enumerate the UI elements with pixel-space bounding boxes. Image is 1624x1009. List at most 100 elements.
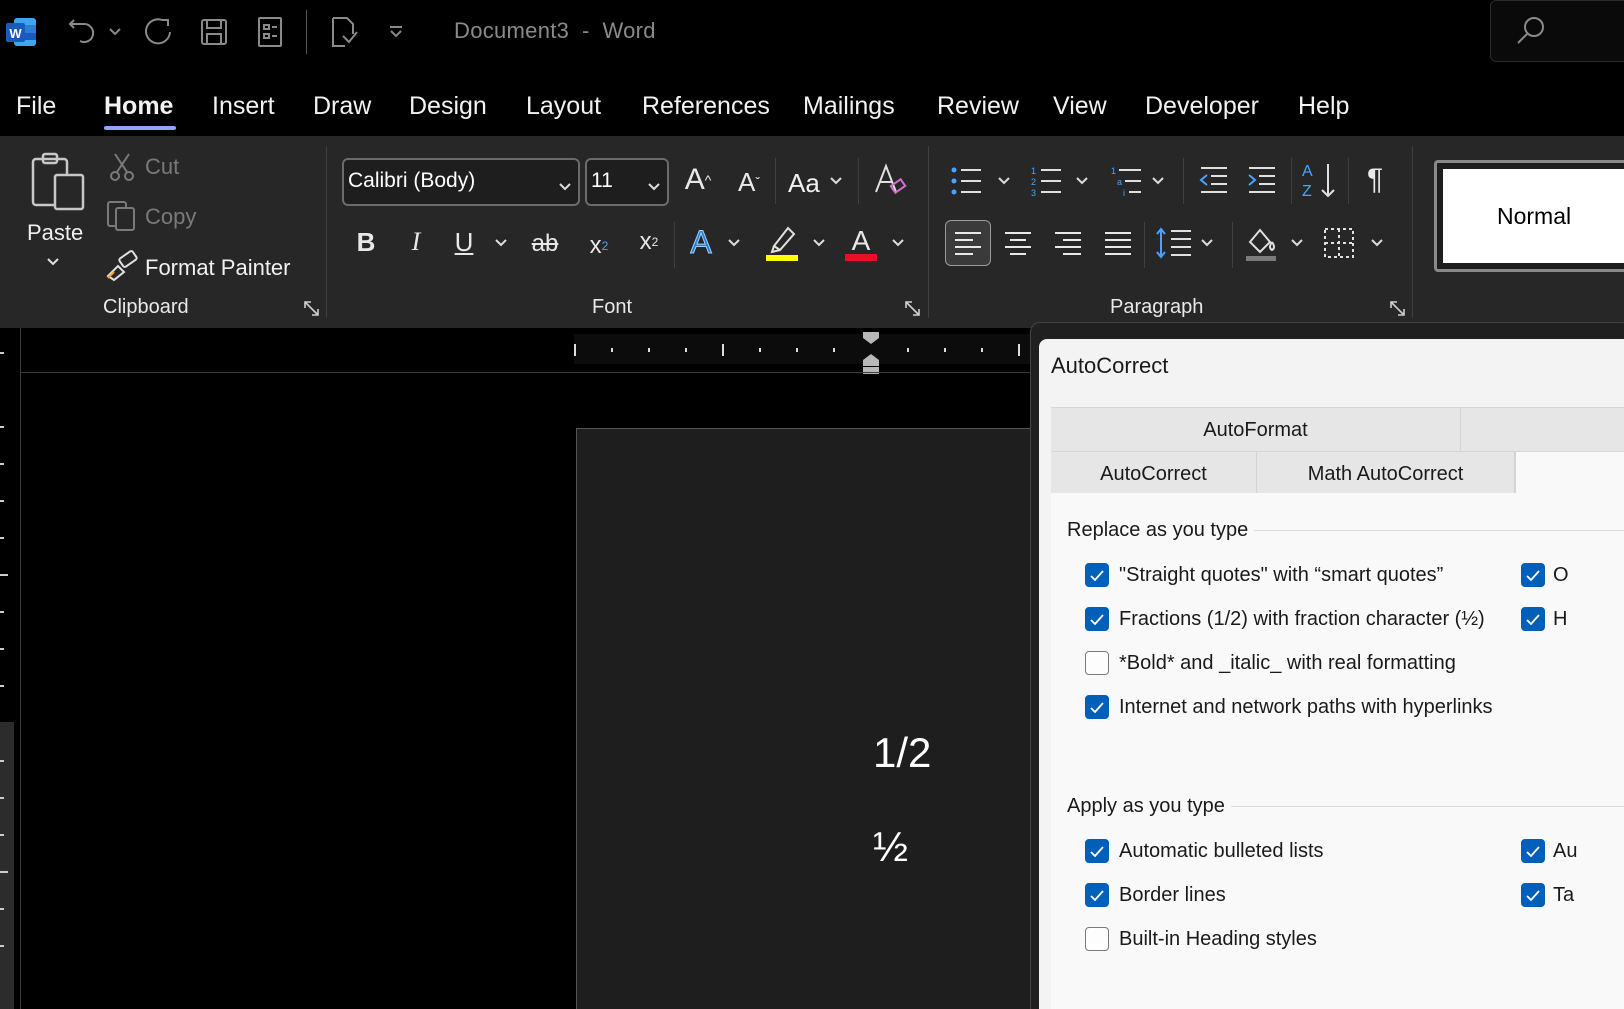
superscript-icon[interactable]: x2 (634, 224, 664, 260)
checkbox-checked-icon[interactable] (1085, 607, 1109, 631)
format-painter-button[interactable]: Format Painter (145, 255, 291, 281)
tab-developer[interactable]: Developer (1145, 92, 1259, 121)
checkbox-checked-icon[interactable] (1085, 883, 1109, 907)
paste-dropdown-icon[interactable] (44, 254, 62, 270)
bold-icon[interactable]: B (352, 226, 380, 258)
multilevel-list-icon[interactable]: 1ai (1108, 164, 1144, 198)
multilevel-list-dropdown-icon[interactable] (1150, 174, 1166, 188)
numbering-dropdown-icon[interactable] (1074, 174, 1090, 188)
highlight-dropdown-icon[interactable] (811, 236, 827, 250)
checkbox-checked-icon[interactable] (1085, 563, 1109, 587)
grow-font-icon[interactable]: A ^ (680, 162, 716, 198)
checkbox-right-2[interactable]: H (1521, 607, 1567, 631)
change-case-dropdown-icon[interactable] (828, 174, 844, 188)
checkbox-checked-icon[interactable] (1085, 695, 1109, 719)
subscript-icon[interactable]: x2 (584, 228, 614, 264)
customize-qat-icon[interactable] (380, 14, 412, 50)
italic-icon[interactable]: I (402, 226, 430, 258)
shading-icon[interactable] (1244, 224, 1280, 262)
tab-review[interactable]: Review (937, 92, 1019, 121)
font-color-icon[interactable]: A (844, 222, 878, 262)
shrink-font-icon[interactable]: Aˇ (732, 164, 766, 200)
checkbox-checked-icon[interactable] (1521, 607, 1545, 631)
style-normal[interactable]: Normal (1443, 169, 1624, 263)
checkbox-bulleted-lists[interactable]: Automatic bulleted lists (1085, 839, 1324, 863)
checkbox-checked-icon[interactable] (1521, 883, 1545, 907)
text-effects-icon[interactable]: A (684, 222, 718, 262)
clear-formatting-icon[interactable] (872, 162, 908, 198)
checkbox-right-3[interactable]: Au (1521, 839, 1577, 863)
tab-autoformat-as-you-type[interactable] (1515, 452, 1624, 496)
checkbox-smart-quotes[interactable]: "Straight quotes" with “smart quotes” (1085, 563, 1443, 587)
checkbox-checked-icon[interactable] (1085, 839, 1109, 863)
tab-home[interactable]: Home (104, 92, 173, 121)
checkbox-right-1[interactable]: O (1521, 563, 1569, 587)
cut-button[interactable]: Cut (145, 154, 179, 180)
checkbox-bold-italic[interactable]: *Bold* and _italic_ with real formatting (1085, 651, 1456, 675)
align-left-icon[interactable] (945, 220, 991, 266)
bullets-icon[interactable] (948, 164, 984, 198)
line-spacing-dropdown-icon[interactable] (1199, 236, 1215, 250)
align-right-icon[interactable] (1050, 226, 1086, 260)
tab-autoformat[interactable]: AutoFormat (1051, 408, 1461, 452)
font-size-combo[interactable]: 11 (585, 158, 669, 206)
decrease-indent-icon[interactable] (1196, 164, 1230, 196)
search-box[interactable] (1490, 0, 1624, 62)
sort-icon[interactable]: AZ (1300, 160, 1338, 200)
paste-icon[interactable] (28, 150, 88, 212)
paste-button[interactable]: Paste (27, 220, 83, 246)
save-icon[interactable] (196, 14, 232, 50)
checkbox-border-lines[interactable]: Border lines (1085, 883, 1226, 907)
undo-icon[interactable] (64, 14, 100, 50)
tab-math-autocorrect[interactable]: Math AutoCorrect (1257, 452, 1515, 496)
tab-insert[interactable]: Insert (212, 92, 275, 121)
tab-view[interactable]: View (1053, 92, 1107, 121)
clipboard-launcher-icon[interactable] (303, 300, 321, 318)
paragraph-launcher-icon[interactable] (1389, 300, 1407, 318)
tab-references[interactable]: References (642, 92, 770, 121)
undo-dropdown-icon[interactable] (100, 14, 130, 50)
tab-help[interactable]: Help (1298, 92, 1349, 121)
borders-dropdown-icon[interactable] (1369, 236, 1385, 250)
justify-icon[interactable] (1100, 226, 1136, 260)
checkbox-heading-styles[interactable]: Built-in Heading styles (1085, 927, 1317, 951)
tab-draw[interactable]: Draw (313, 92, 371, 121)
redo-icon[interactable] (140, 14, 176, 50)
vertical-ruler[interactable] (0, 722, 14, 1009)
strikethrough-icon[interactable]: ab (528, 228, 562, 260)
tab-autocorrect[interactable]: AutoCorrect (1051, 452, 1257, 496)
horizontal-ruler[interactable] (0, 328, 1040, 374)
underline-dropdown-icon[interactable] (493, 236, 509, 250)
shading-dropdown-icon[interactable] (1289, 236, 1305, 250)
tab-file[interactable]: File (16, 92, 56, 121)
font-launcher-icon[interactable] (904, 300, 922, 318)
increase-indent-icon[interactable] (1246, 164, 1280, 196)
text-effects-dropdown-icon[interactable] (726, 236, 742, 250)
tab-design[interactable]: Design (409, 92, 487, 121)
checkbox-checked-icon[interactable] (1521, 839, 1545, 863)
bullets-dropdown-icon[interactable] (996, 174, 1012, 188)
underline-icon[interactable]: U (450, 226, 478, 258)
font-color-dropdown-icon[interactable] (890, 236, 906, 250)
show-formatting-marks-icon[interactable]: ¶ (1360, 162, 1390, 198)
borders-icon[interactable] (1322, 226, 1356, 260)
document-page[interactable]: 1/2 ½ (576, 428, 1036, 1009)
numbering-icon[interactable]: 123 (1028, 164, 1064, 198)
copy-button[interactable]: Copy (145, 204, 196, 230)
font-name-combo[interactable]: Calibri (Body) (342, 158, 580, 206)
tab-layout[interactable]: Layout (526, 92, 601, 121)
style-gallery[interactable]: Normal (1434, 160, 1624, 272)
checkbox-hyperlinks[interactable]: Internet and network paths with hyperlin… (1085, 695, 1493, 719)
checkbox-fractions[interactable]: Fractions (1/2) with fraction character … (1085, 607, 1485, 631)
checkbox-unchecked-icon[interactable] (1085, 927, 1109, 951)
print-preview-icon[interactable] (326, 14, 362, 50)
align-center-icon[interactable] (1000, 226, 1036, 260)
tab-mailings[interactable]: Mailings (803, 92, 895, 121)
line-spacing-icon[interactable] (1154, 224, 1194, 262)
checkbox-right-4[interactable]: Ta (1521, 883, 1574, 907)
checkbox-checked-icon[interactable] (1521, 563, 1545, 587)
change-case-button[interactable]: Aa (788, 168, 820, 199)
form-icon[interactable] (252, 14, 288, 50)
highlight-icon[interactable] (764, 222, 800, 262)
checkbox-unchecked-icon[interactable] (1085, 651, 1109, 675)
